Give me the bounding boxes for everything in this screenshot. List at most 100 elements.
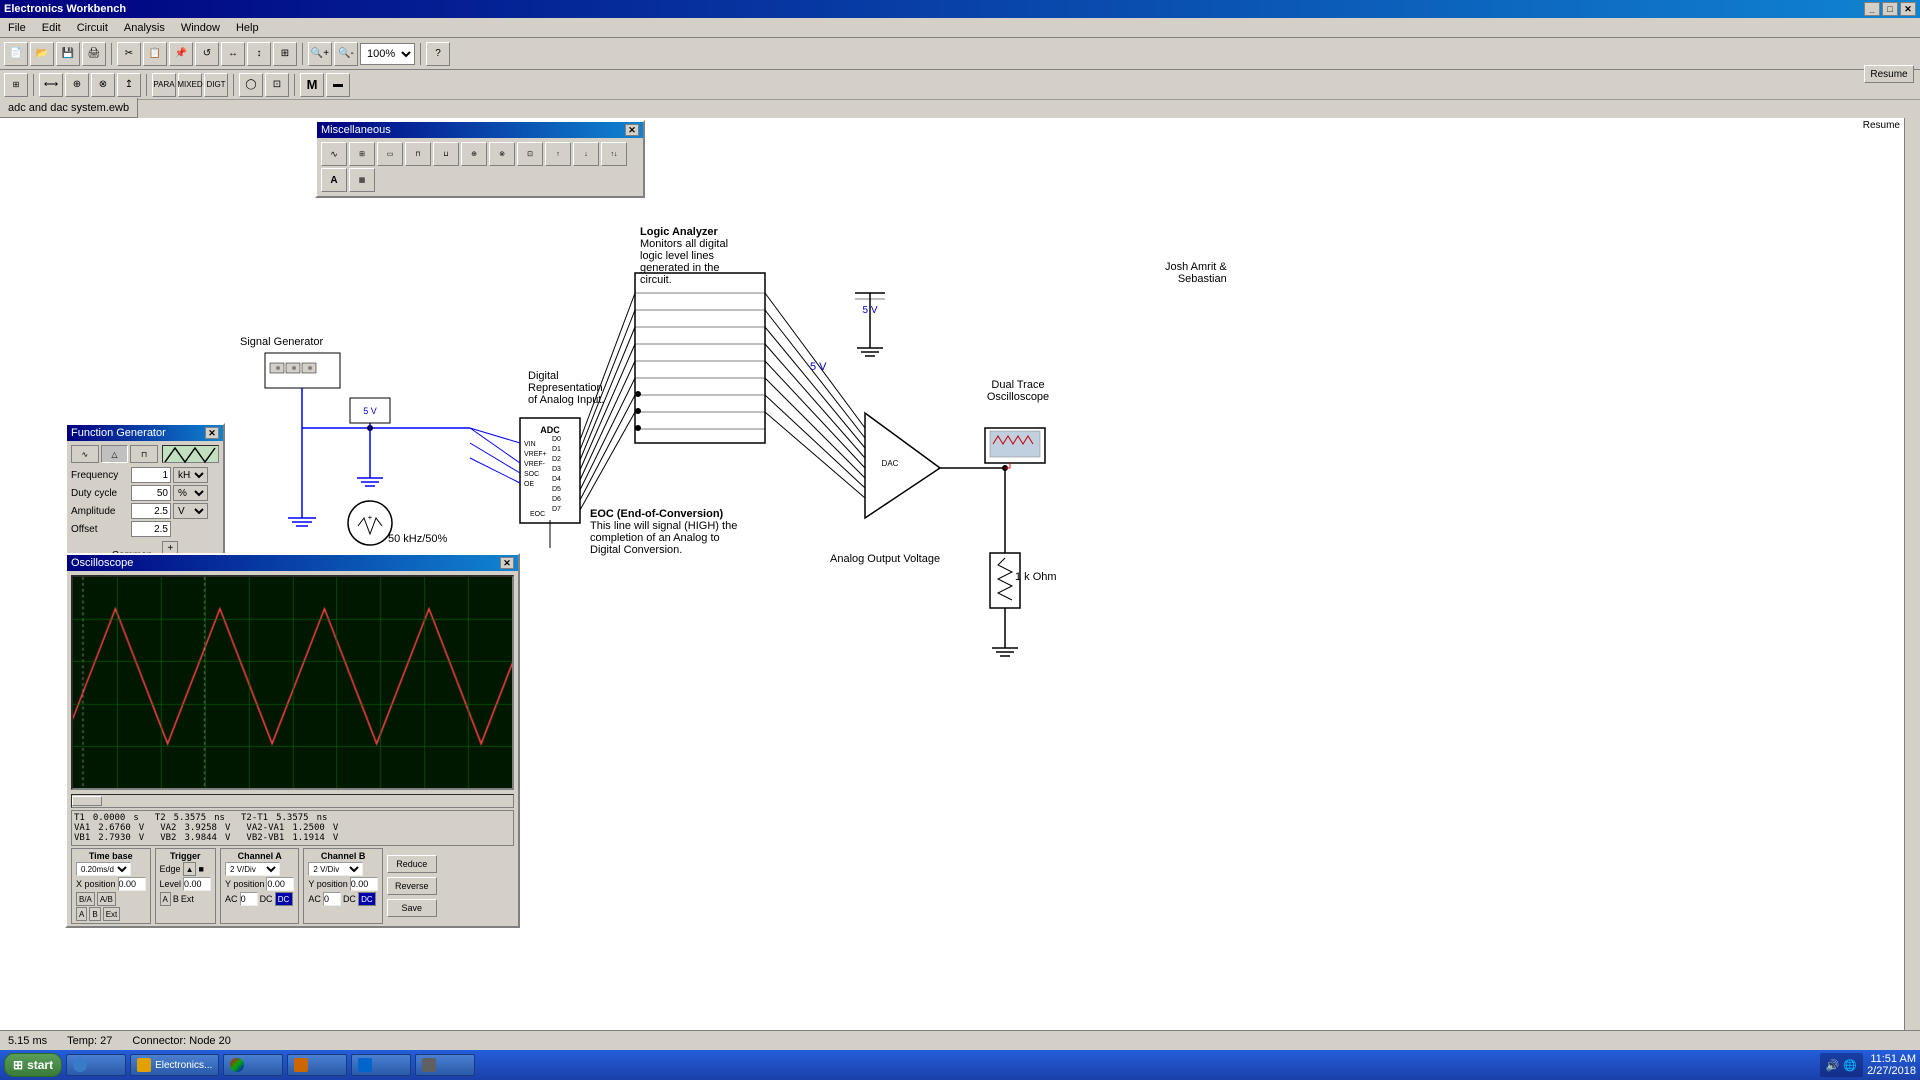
a-button[interactable]: A [76, 907, 87, 921]
tb2-btn3[interactable]: ⊕ [65, 73, 89, 97]
system-tray: 🔊 🌐 [1820, 1053, 1863, 1077]
reverse-button[interactable]: Reverse [387, 877, 437, 895]
oscilloscope-scrollbar[interactable] [71, 794, 514, 808]
flip-h-button[interactable]: ↔ [221, 42, 245, 66]
tb2-btn10[interactable]: ⊡ [265, 73, 289, 97]
oscilloscope-scroll-thumb[interactable] [72, 796, 102, 806]
taskbar-item-ewb[interactable]: Electronics... [130, 1054, 219, 1076]
misc-btn-component4[interactable]: ⊔ [433, 142, 459, 166]
tb2-btn6[interactable]: PARA [152, 73, 176, 97]
taskbar-item-ie[interactable] [66, 1054, 126, 1076]
b-button[interactable]: B [89, 907, 100, 921]
flip-v-button[interactable]: ↕ [247, 42, 271, 66]
edge-button[interactable]: ▲ [183, 862, 197, 876]
sine-wave-button[interactable]: ∿ [71, 445, 99, 463]
vb1-label: VB1 [74, 833, 90, 843]
start-button[interactable]: ⊞ start [4, 1053, 62, 1077]
zoom-select[interactable]: 100% 50% 200% [360, 43, 415, 65]
misc-btn-component1[interactable]: ⊞ [349, 142, 375, 166]
ext-button[interactable]: Ext [103, 907, 121, 921]
oscilloscope-close-button[interactable]: ✕ [500, 557, 514, 569]
misc-close-button[interactable]: ✕ [625, 124, 639, 136]
close-button[interactable]: ✕ [1900, 2, 1916, 16]
help-button[interactable]: ? [426, 42, 450, 66]
new-button[interactable]: 📄 [4, 42, 28, 66]
square-wave-button[interactable]: ⊓ [130, 445, 158, 463]
ab-button[interactable]: B/A [76, 892, 95, 906]
misc-btn-r2-4[interactable]: A [321, 168, 347, 192]
taskbar-item-3[interactable] [287, 1054, 347, 1076]
misc-btn-component2[interactable]: ▭ [377, 142, 403, 166]
waveform-display [162, 445, 219, 463]
channel-a-ypos-input[interactable] [266, 877, 294, 891]
misc-btn-component5[interactable]: ⊕ [461, 142, 487, 166]
trigger-level-input[interactable] [183, 877, 211, 891]
channel-a-vdiv[interactable]: 2 V/Div 1 V/Div 5 V/Div [225, 862, 280, 876]
tb2-btn5[interactable]: ↥ [117, 73, 141, 97]
right-scrollbar[interactable] [1904, 118, 1920, 1044]
minimize-button[interactable]: _ [1864, 2, 1880, 16]
save-button[interactable]: 💾 [56, 42, 80, 66]
tb2-btn9[interactable]: ◯ [239, 73, 263, 97]
channel-b-vdiv[interactable]: 2 V/Div 1 V/Div 5 V/Div [308, 862, 363, 876]
save-button-osc[interactable]: Save [387, 899, 437, 917]
tb2-btn1[interactable]: ⊞ [4, 73, 28, 97]
maximize-button[interactable]: □ [1882, 2, 1898, 16]
time-base-select[interactable]: 0.20ms/div 0.10ms/div 0.50ms/div [76, 862, 131, 876]
frequency-input[interactable] [131, 467, 171, 483]
copy-button[interactable]: 📋 [143, 42, 167, 66]
menu-window[interactable]: Window [177, 21, 224, 35]
misc-toolbar-title: Miscellaneous ✕ [317, 122, 643, 138]
frequency-unit[interactable]: kHz Hz MHz [173, 467, 208, 483]
channel-b-dc-button[interactable]: DC [358, 892, 376, 906]
menu-analysis[interactable]: Analysis [120, 21, 169, 35]
ab2-button[interactable]: A/B [97, 892, 116, 906]
channel-a-dc-button[interactable]: DC [275, 892, 293, 906]
menu-file[interactable]: File [4, 21, 30, 35]
paste-button[interactable]: 📌 [169, 42, 193, 66]
function-gen-close-button[interactable]: ✕ [205, 427, 219, 439]
duty-cycle-unit[interactable]: % [173, 485, 208, 501]
duty-cycle-input[interactable] [131, 485, 171, 501]
reduce-button[interactable]: Reduce [387, 855, 437, 873]
zoom-in-button[interactable]: 🔍+ [308, 42, 332, 66]
tb2-btn4[interactable]: ⊗ [91, 73, 115, 97]
menu-circuit[interactable]: Circuit [73, 21, 112, 35]
channel-b-ac-input[interactable] [323, 892, 341, 906]
menu-edit[interactable]: Edit [38, 21, 65, 35]
offset-input[interactable] [131, 521, 171, 537]
resume-button[interactable]: Resume [1864, 65, 1914, 83]
taskbar-item-chrome[interactable] [223, 1054, 283, 1076]
taskbar: ⊞ start Electronics... 🔊 🌐 11:51 AM 2/27… [0, 1050, 1920, 1080]
tb2-btn8[interactable]: DIGT [204, 73, 228, 97]
amplitude-unit[interactable]: V mV [173, 503, 208, 519]
zoom-out-button[interactable]: 🔍- [334, 42, 358, 66]
taskbar-item-5[interactable] [415, 1054, 475, 1076]
channel-a-ac-input[interactable] [240, 892, 258, 906]
taskbar-item-4[interactable] [351, 1054, 411, 1076]
misc-btn-component6[interactable]: ⊗ [489, 142, 515, 166]
menu-help[interactable]: Help [232, 21, 263, 35]
tb2-btn7[interactable]: MIXED [178, 73, 202, 97]
trigger-a-button[interactable]: A [160, 892, 171, 906]
component-button[interactable]: ⊞ [273, 42, 297, 66]
tb2-M-btn[interactable]: M [300, 73, 324, 97]
cut-button[interactable]: ✂ [117, 42, 141, 66]
misc-btn-r2-2[interactable]: ↓ [573, 142, 599, 166]
print-button[interactable]: 🖨 [82, 42, 106, 66]
misc-btn-r2-5[interactable]: ▦ [349, 168, 375, 192]
triangle-wave-button[interactable]: △ [101, 445, 129, 463]
misc-btn-wave[interactable]: ∿ [321, 142, 347, 166]
misc-btn-component7[interactable]: ⊡ [517, 142, 543, 166]
misc-btn-component3[interactable]: ⊓ [405, 142, 431, 166]
misc-btn-r2-3[interactable]: ↑↓ [601, 142, 627, 166]
t1-val: 0.0000 [93, 813, 126, 823]
tb2-btn2[interactable]: ⟷ [39, 73, 63, 97]
open-button[interactable]: 📂 [30, 42, 54, 66]
channel-b-ypos-input[interactable] [350, 877, 378, 891]
rotate-button[interactable]: ↺ [195, 42, 219, 66]
misc-btn-r2-1[interactable]: ↑ [545, 142, 571, 166]
xpos-input[interactable] [118, 877, 146, 891]
tb2-btn11[interactable]: ▬ [326, 73, 350, 97]
amplitude-input[interactable] [131, 503, 171, 519]
